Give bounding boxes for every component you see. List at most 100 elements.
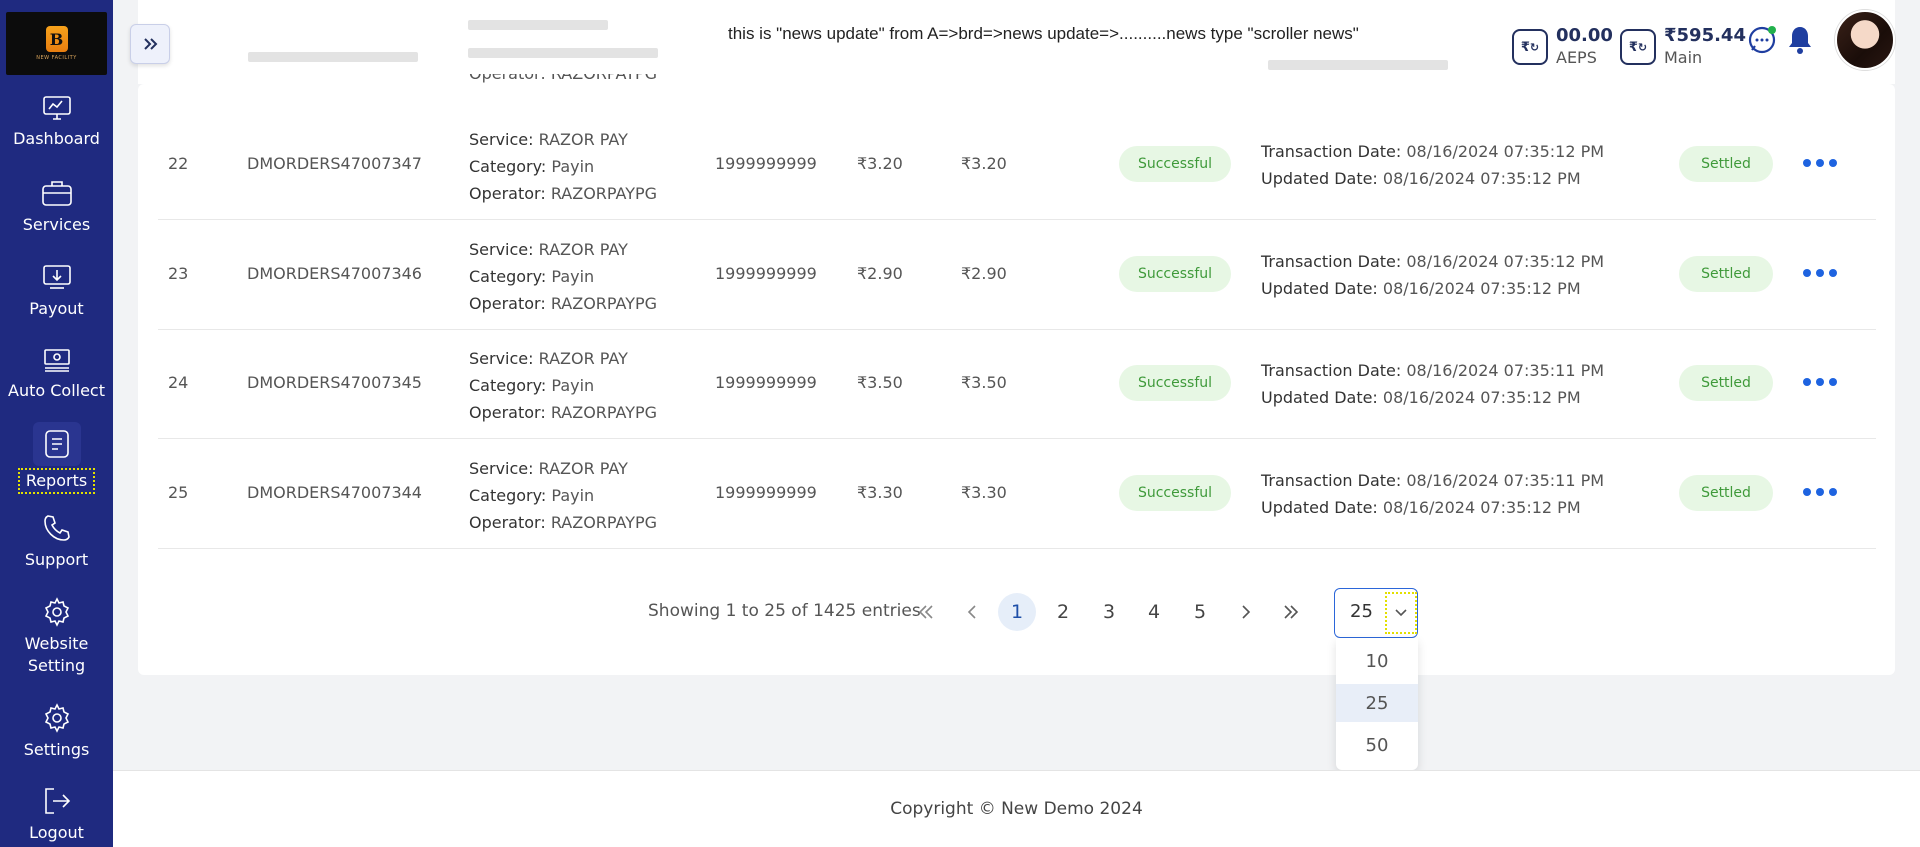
operator-value: RAZORPAYPG	[550, 294, 658, 313]
wallet-glyph: ↻	[1637, 40, 1648, 54]
dot	[1816, 488, 1824, 496]
operator-line: Operator: RAZORPAYPG	[469, 399, 657, 426]
sidebar-item-label: Website Setting	[24, 634, 89, 675]
service-value: RAZOR PAY	[538, 240, 628, 259]
sidebar-item-logout[interactable]: Logout	[0, 786, 113, 844]
operator-value: RAZORPAYPG	[550, 403, 658, 422]
page-button-1[interactable]: 1	[998, 593, 1036, 631]
page-button-3[interactable]: 3	[1090, 593, 1128, 631]
service-line: Service: RAZOR PAY	[469, 126, 657, 153]
sidebar-item-auto-collect[interactable]: Auto Collect	[0, 346, 113, 402]
wallet-main[interactable]: ₹ ↻ ₹595.44 Main	[1620, 24, 1746, 68]
dot	[1803, 488, 1811, 496]
sidebar-item-services[interactable]: Services	[0, 178, 113, 236]
transaction-date-line: Transaction Date: 08/16/2024 07:35:11 PM	[1261, 357, 1604, 384]
service-line: Service: RAZOR PAY	[469, 455, 657, 482]
sidebar-item-label: Support	[24, 550, 89, 569]
partial-operator-row: Operator: RAZORPAYPG	[469, 74, 657, 90]
table-row: 23 DMORDERS47007346 Service: RAZOR PAY Cate…	[158, 220, 1876, 330]
category-line: Category: Payin	[469, 372, 657, 399]
operator-label: Operator:	[469, 403, 546, 422]
more-actions-icon[interactable]	[1803, 258, 1837, 288]
more-actions-icon[interactable]	[1803, 148, 1837, 178]
dot	[1803, 378, 1811, 386]
ghost-text	[1268, 60, 1448, 70]
last-page-button[interactable]	[1272, 593, 1310, 631]
chat-icon[interactable]	[1747, 25, 1777, 59]
page-size-select[interactable]: 25	[1334, 588, 1418, 638]
page-size-dropdown: 10 25 50	[1336, 638, 1418, 770]
wallet-label: Main	[1664, 48, 1703, 67]
user-avatar[interactable]	[1835, 10, 1895, 70]
bell-icon[interactable]	[1786, 24, 1814, 60]
dropdown-toggle[interactable]	[1385, 592, 1417, 634]
transaction-date-value: 08/16/2024 07:35:12 PM	[1406, 142, 1605, 161]
category-value: Payin	[551, 376, 595, 395]
dot	[1829, 159, 1837, 167]
operator-line: Operator: RAZORPAYPG	[469, 509, 657, 536]
wallet-symbol: ₹	[1520, 39, 1530, 55]
sidebar-item-label: Services	[22, 215, 91, 234]
sidebar-item-website-setting[interactable]: Website Setting	[0, 597, 113, 677]
page-button-2[interactable]: 2	[1044, 593, 1082, 631]
service-details: Service: RAZOR PAY Category: Payin Operato…	[469, 236, 657, 317]
mobile-number: 1999999999	[715, 154, 817, 173]
prev-page-button[interactable]	[953, 593, 991, 631]
service-label: Service:	[469, 130, 534, 149]
footer: Copyright © New Demo 2024	[113, 770, 1920, 847]
service-details: Service: RAZOR PAY Category: Payin Operato…	[469, 126, 657, 207]
wallet-info: 00.00 AEPS	[1556, 24, 1613, 68]
chevron-right-icon	[1242, 605, 1251, 619]
brand-logo[interactable]: B NEW FACILITY	[6, 12, 107, 75]
category-value: Payin	[551, 267, 595, 286]
transaction-date-label: Transaction Date:	[1261, 142, 1402, 161]
dot	[1803, 269, 1811, 277]
next-page-button[interactable]	[1227, 593, 1265, 631]
partial-operator-text: Operator: RAZORPAYPG	[469, 74, 657, 84]
wallet-aeps[interactable]: ₹ ↻ 00.00 AEPS	[1512, 24, 1613, 68]
more-actions-icon[interactable]	[1803, 367, 1837, 397]
mobile-number: 1999999999	[715, 264, 817, 283]
service-label: Service:	[469, 349, 534, 368]
operator-line: Operator: RAZORPAYPG	[469, 290, 657, 317]
amount: ₹3.50	[857, 373, 903, 392]
sidebar-item-label: Dashboard	[13, 129, 100, 148]
sidebar-item-payout[interactable]: Payout	[0, 262, 113, 320]
cash-icon	[43, 349, 70, 372]
dot	[1816, 159, 1824, 167]
service-line: Service: RAZOR PAY	[469, 236, 657, 263]
net-amount: ₹3.30	[961, 483, 1007, 502]
more-actions-icon[interactable]	[1803, 477, 1837, 507]
wallet-icon: ₹ ↻	[1512, 29, 1548, 65]
ghost-text	[468, 48, 658, 58]
updated-date-value: 08/16/2024 07:35:12 PM	[1382, 279, 1581, 298]
transaction-date-line: Transaction Date: 08/16/2024 07:35:12 PM	[1261, 248, 1604, 275]
news-ticker: this is "news update" from A=>brd=>news …	[728, 24, 1408, 48]
payout-icon	[42, 265, 71, 289]
serial-number: 22	[168, 154, 189, 173]
page-size-option[interactable]: 10	[1336, 642, 1418, 680]
sidebar-toggle-button[interactable]	[130, 24, 170, 64]
monitor-icon	[42, 96, 71, 120]
sidebar-item-support[interactable]: Support	[0, 513, 113, 571]
sidebar-item-label: Logout	[29, 823, 84, 842]
sidebar-item-dashboard[interactable]: Dashboard	[0, 94, 113, 150]
service-value: RAZOR PAY	[538, 130, 628, 149]
ghost-text	[468, 20, 608, 30]
entries-info: Showing 1 to 25 of 1425 entries	[648, 601, 921, 621]
wallet-symbol: ₹	[1628, 39, 1638, 55]
phone-icon	[43, 515, 70, 541]
page-size-option[interactable]: 50	[1336, 726, 1418, 764]
operator-label: Operator:	[469, 294, 546, 313]
sidebar-item-reports[interactable]: Reports	[0, 422, 113, 494]
page-size-option[interactable]: 25	[1336, 684, 1418, 722]
dot	[1816, 269, 1824, 277]
sidebar-item-settings[interactable]: Settings	[0, 703, 113, 761]
wallet-amount: 00.00	[1556, 25, 1613, 46]
page-button-4[interactable]: 4	[1135, 593, 1173, 631]
operator-value: RAZORPAYPG	[550, 184, 658, 203]
order-id: DMORDERS47007347	[247, 154, 422, 173]
mobile-number: 1999999999	[715, 483, 817, 502]
page-button-5[interactable]: 5	[1181, 593, 1219, 631]
first-page-button[interactable]	[907, 593, 945, 631]
